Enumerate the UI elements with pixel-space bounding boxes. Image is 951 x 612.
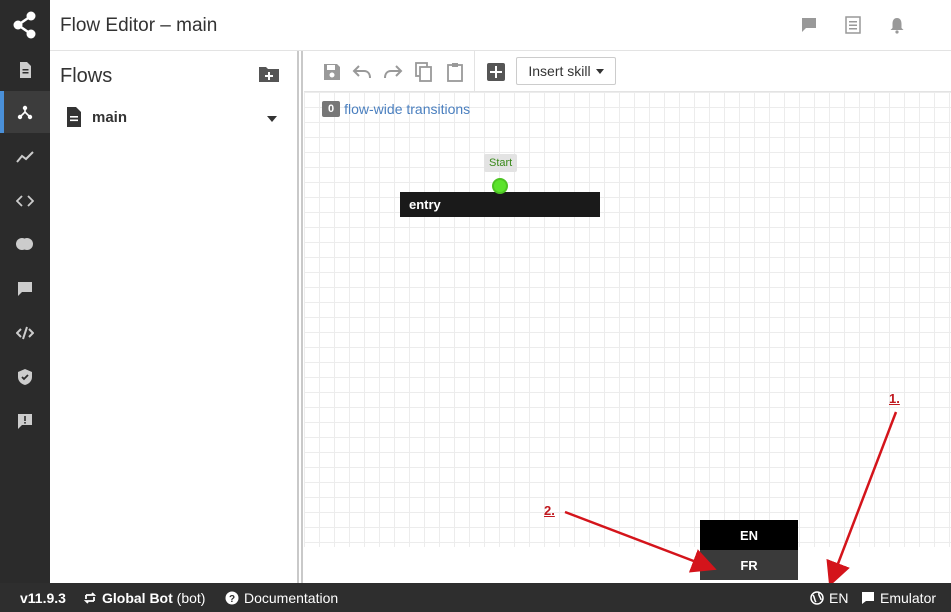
flows-icon[interactable] xyxy=(0,91,50,133)
canvas-footer-space xyxy=(304,547,951,583)
flow-wide-count-badge: 0 xyxy=(322,101,341,117)
insert-skill-button[interactable]: Insert skill xyxy=(516,57,616,85)
globe-icon xyxy=(810,590,824,605)
toggle-icon[interactable] xyxy=(0,223,50,265)
caret-down-icon xyxy=(595,68,604,74)
document-icon xyxy=(67,107,81,127)
flows-title: Flows xyxy=(60,65,113,87)
add-flow-icon[interactable] xyxy=(258,65,280,83)
start-label: Start xyxy=(484,154,518,172)
annotation-label-2: 2. xyxy=(544,503,555,518)
version-label: v11.9.3 xyxy=(20,589,66,606)
copy-icon[interactable] xyxy=(414,62,434,82)
save-icon[interactable] xyxy=(322,62,342,82)
chat-bubble-icon xyxy=(862,591,874,604)
status-bar: v11.9.3 Global Bot (bot) ? Documentation… xyxy=(0,583,951,612)
documentation-link[interactable]: ? Documentation xyxy=(225,583,338,612)
annotation-label-1: 1. xyxy=(889,391,900,406)
emulator-label: Emulator xyxy=(880,589,937,606)
language-switcher[interactable]: EN xyxy=(810,583,848,612)
content-icon[interactable] xyxy=(0,49,50,91)
toolbar-separator xyxy=(474,51,475,92)
flow-wide-transitions[interactable]: 0 flow-wide transitions xyxy=(322,101,470,117)
log-icon[interactable] xyxy=(844,16,862,34)
bot-switcher[interactable]: Global Bot (bot) xyxy=(83,583,205,612)
flow-menu-caret-icon[interactable] xyxy=(262,109,282,129)
flow-canvas[interactable]: 0 flow-wide transitions Start entry xyxy=(304,92,951,547)
chat-icon[interactable] xyxy=(0,268,50,310)
feedback-icon[interactable] xyxy=(0,400,50,442)
add-node-icon[interactable] xyxy=(486,62,506,82)
emulator-button[interactable]: Emulator xyxy=(861,583,936,612)
svg-text:?: ? xyxy=(229,594,235,605)
comment-icon[interactable] xyxy=(800,16,818,34)
flow-toolbar: Insert skill xyxy=(304,51,951,92)
analytics-icon[interactable] xyxy=(0,136,50,178)
bot-id: (bot) xyxy=(176,589,206,606)
header: Flow Editor – main xyxy=(50,0,951,51)
nlu-icon[interactable] xyxy=(0,312,50,354)
language-label: EN xyxy=(829,589,849,606)
documentation-label: Documentation xyxy=(244,589,339,606)
paste-icon[interactable] xyxy=(445,62,465,82)
language-menu: EN FR xyxy=(700,520,798,580)
left-nav xyxy=(0,0,50,583)
insert-skill-label: Insert skill xyxy=(528,63,591,79)
code-icon[interactable] xyxy=(0,180,50,222)
flows-panel: Flows main xyxy=(50,51,296,583)
bot-name: Global Bot xyxy=(102,589,173,606)
page-title: Flow Editor – main xyxy=(60,15,218,36)
start-port[interactable] xyxy=(492,178,508,194)
help-icon: ? xyxy=(225,591,239,605)
panel-splitter[interactable] xyxy=(296,51,304,583)
language-option-fr[interactable]: FR xyxy=(700,550,798,580)
undo-icon[interactable] xyxy=(352,62,372,82)
entry-node[interactable]: entry xyxy=(400,192,600,217)
bell-icon[interactable] xyxy=(888,16,906,34)
switch-icon xyxy=(83,591,97,604)
shield-icon[interactable] xyxy=(0,356,50,398)
flow-item-label: main xyxy=(92,108,128,126)
flow-item-main[interactable]: main xyxy=(66,103,282,131)
redo-icon[interactable] xyxy=(383,62,403,82)
flow-wide-transitions-link[interactable]: flow-wide transitions xyxy=(344,101,470,117)
logo-share-icon[interactable] xyxy=(0,0,50,50)
language-option-en[interactable]: EN xyxy=(700,520,798,550)
